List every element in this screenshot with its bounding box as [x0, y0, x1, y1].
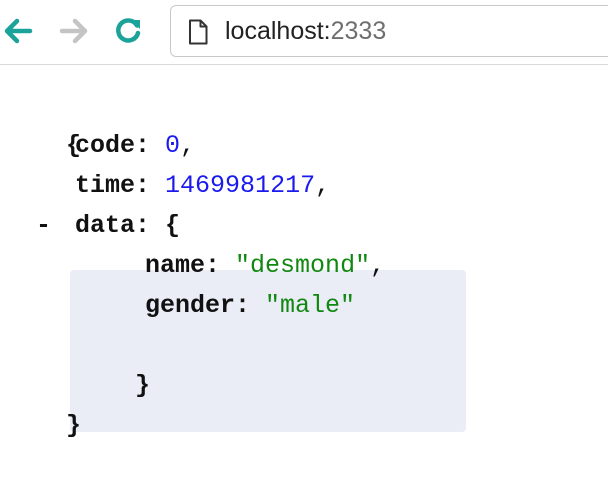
arrow-right-icon: [59, 18, 88, 44]
value-code[interactable]: 0: [165, 131, 180, 160]
comma-code: ,: [180, 131, 196, 160]
reload-icon: [116, 18, 141, 43]
colon-data: :: [135, 211, 151, 240]
json-row-gender: gender: "male": [145, 286, 355, 326]
collapse-data-toggle[interactable]: -: [36, 206, 54, 246]
data-open-brace: {: [165, 211, 181, 240]
url-text: localhost:2333: [225, 17, 386, 46]
json-data-close: }: [75, 326, 150, 400]
value-time[interactable]: 1469981217: [165, 171, 315, 200]
forward-button[interactable]: [56, 13, 92, 49]
data-close-brace: }: [135, 371, 151, 400]
json-row-time: time: 1469981217,: [75, 166, 330, 206]
back-button[interactable]: [0, 13, 36, 49]
key-gender: gender: [145, 291, 236, 320]
url-host: localhost:: [225, 17, 331, 45]
key-time: time: [75, 171, 136, 200]
json-root-close: }: [6, 366, 81, 440]
comma-time: ,: [315, 171, 331, 200]
colon-name: :: [205, 251, 221, 280]
value-gender[interactable]: "male": [265, 291, 355, 320]
root-close-brace: }: [66, 411, 82, 440]
json-root-open: {: [6, 86, 81, 160]
colon-time: :: [135, 171, 151, 200]
address-bar[interactable]: localhost:2333: [170, 5, 608, 57]
comma-name: ,: [370, 251, 386, 280]
page-icon: [189, 19, 208, 45]
reload-button[interactable]: [110, 13, 146, 49]
arrow-left-icon: [4, 18, 33, 44]
browser-toolbar: localhost:2333: [0, 0, 608, 65]
json-viewer: { code: 0, time: 1469981217, - data: { n…: [0, 64, 608, 450]
colon-gender: :: [235, 291, 251, 320]
json-row-data: data: {: [75, 206, 180, 246]
url-port: 2333: [330, 17, 387, 45]
colon-code: :: [135, 131, 151, 160]
key-name: name: [145, 251, 206, 280]
key-data: data: [75, 211, 136, 240]
json-row-name: name: "desmond",: [145, 246, 385, 286]
json-row-code: code: 0,: [75, 126, 195, 166]
value-name[interactable]: "desmond": [235, 251, 370, 280]
key-code: code: [75, 131, 136, 160]
